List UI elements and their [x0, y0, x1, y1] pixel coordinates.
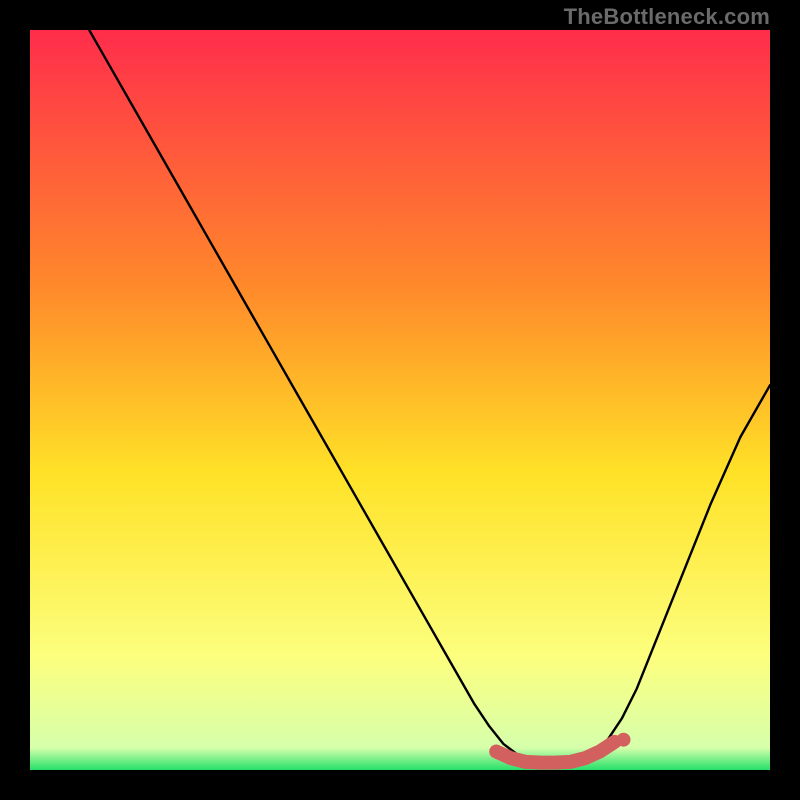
- highlight-end-dot: [617, 733, 631, 747]
- plot-area: [30, 30, 770, 770]
- gradient-bg: [30, 30, 770, 770]
- chart-frame: TheBottleneck.com: [0, 0, 800, 800]
- watermark-text: TheBottleneck.com: [564, 4, 770, 30]
